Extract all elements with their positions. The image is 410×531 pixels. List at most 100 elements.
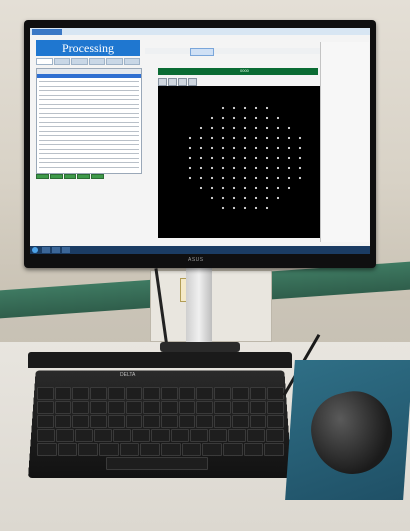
table-row[interactable] [39, 117, 139, 118]
action-button-4[interactable] [77, 174, 91, 179]
die-mark [243, 146, 247, 150]
keyboard-key [56, 429, 75, 442]
taskbar-app-icon[interactable] [42, 247, 50, 253]
data-table[interactable] [36, 68, 142, 174]
table-row[interactable] [39, 103, 139, 105]
taskbar [30, 246, 370, 254]
table-row[interactable] [39, 90, 139, 91]
die-mark [243, 136, 247, 140]
table-row[interactable] [39, 108, 139, 109]
table-row[interactable] [39, 126, 139, 127]
die-mark [276, 196, 280, 200]
die-mark [243, 206, 247, 210]
table-row[interactable] [39, 144, 139, 145]
start-button-icon[interactable] [32, 247, 38, 253]
die-mark [287, 146, 291, 150]
keyboard-key [54, 415, 72, 428]
table-row[interactable] [39, 139, 139, 141]
die-mark [265, 186, 269, 190]
keyboard-key [196, 415, 214, 428]
window-tab[interactable] [32, 29, 62, 35]
table-row[interactable] [39, 157, 139, 159]
die-mark [243, 186, 247, 190]
zoom-out-icon[interactable] [168, 78, 177, 86]
die-mark [188, 176, 192, 180]
die-mark [265, 106, 269, 110]
tab-active-view[interactable] [190, 48, 214, 56]
keyboard-key [37, 415, 54, 428]
keyboard-key [264, 443, 284, 456]
table-row[interactable] [39, 148, 139, 150]
taskbar-app-icon[interactable] [62, 247, 70, 253]
die-mark [265, 126, 269, 130]
die-mark [199, 176, 203, 180]
table-row[interactable] [39, 135, 139, 136]
keyboard-key [143, 387, 160, 400]
status-bar [158, 68, 318, 75]
action-button-5[interactable] [91, 174, 104, 179]
table-row[interactable] [39, 112, 139, 114]
page-title: Processing [62, 41, 114, 55]
die-mark [243, 156, 247, 160]
taskbar-app-icon[interactable] [52, 247, 60, 253]
die-mark [210, 156, 214, 160]
die-mark [221, 186, 225, 190]
top-toolbar [145, 48, 320, 54]
die-mark [199, 166, 203, 170]
die-mark [298, 136, 302, 140]
table-row[interactable] [39, 130, 139, 132]
die-mark [199, 126, 203, 130]
die-mark [221, 176, 225, 180]
keyboard-key [125, 387, 143, 400]
table-row-selected[interactable] [37, 74, 141, 78]
keyboard-key [178, 415, 196, 428]
keyboard-key [178, 387, 196, 400]
keyboard-key [214, 387, 231, 400]
die-mark [287, 186, 291, 190]
die-mark [276, 156, 280, 160]
monitor-brand: ASUS [188, 257, 204, 263]
keyboard-key [37, 387, 54, 400]
tab-5[interactable] [106, 58, 123, 65]
fit-icon[interactable] [178, 78, 187, 86]
keyboard-key [161, 401, 178, 414]
die-mark [221, 166, 225, 170]
keyboard-key [231, 387, 249, 400]
die-mark [232, 186, 236, 190]
wafer-map-canvas[interactable] [158, 86, 338, 238]
die-mark [221, 196, 225, 200]
die-mark [199, 146, 203, 150]
die-mark [210, 146, 214, 150]
table-row[interactable] [39, 81, 139, 82]
keyboard-key [267, 401, 284, 414]
side-info-panel [320, 42, 369, 242]
die-mark [221, 126, 225, 130]
table-row[interactable] [39, 153, 139, 154]
table-row[interactable] [39, 162, 139, 163]
keyboard-key [178, 401, 196, 414]
tab-4[interactable] [88, 58, 105, 65]
die-mark [232, 136, 236, 140]
die-mark [221, 106, 225, 110]
tab-1[interactable] [36, 58, 53, 65]
tab-6[interactable] [123, 58, 140, 65]
table-row[interactable] [39, 121, 139, 123]
table-row[interactable] [39, 99, 139, 100]
keyboard-key [54, 387, 72, 400]
table-row[interactable] [39, 94, 139, 96]
grid-icon[interactable] [188, 78, 197, 86]
die-mark [221, 206, 225, 210]
keyboard-key [143, 415, 160, 428]
tab-3[interactable] [71, 58, 88, 65]
view-toolbar [158, 78, 208, 86]
action-button-1[interactable] [36, 174, 49, 179]
zoom-in-icon[interactable] [158, 78, 167, 86]
action-button-3[interactable] [63, 174, 77, 179]
action-button-2[interactable] [49, 174, 63, 179]
die-mark [232, 176, 236, 180]
die-mark [232, 196, 236, 200]
table-row[interactable] [39, 85, 139, 87]
die-mark [254, 206, 258, 210]
tab-2[interactable] [53, 58, 70, 65]
table-row[interactable] [39, 166, 139, 168]
